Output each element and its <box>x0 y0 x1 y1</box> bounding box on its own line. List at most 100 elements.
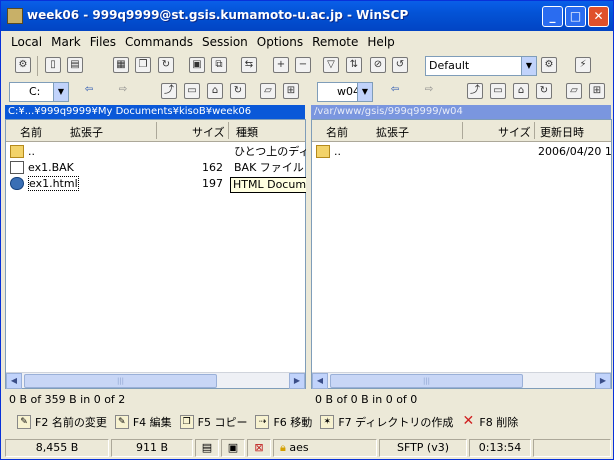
lightning-icon[interactable]: ⚡ <box>575 57 591 73</box>
remote-dir-combo[interactable]: w04 ▼ <box>317 82 373 102</box>
unselect-icon[interactable]: − <box>295 57 311 73</box>
status-empty-panel <box>533 439 611 457</box>
col-name[interactable]: 名前 <box>20 124 42 140</box>
bak-file-icon <box>10 161 24 174</box>
edit-button[interactable]: ✎ F4 編集 <box>114 414 172 430</box>
menu-local[interactable]: Local <box>11 35 42 49</box>
parent-folder-icon <box>316 145 330 158</box>
copy-button[interactable]: ❐ F5 コピー <box>179 414 247 430</box>
local-file-panel[interactable]: 名前 拡張子 サイズ 種類 .. ひとつ上のディレ ex1.BAK 162 BA… <box>5 119 328 389</box>
forward-arrow-icon[interactable]: ⇨ <box>115 83 131 99</box>
rename-button[interactable]: ✎ F2 名前の変更 <box>17 414 107 430</box>
local-horizontal-scrollbar[interactable]: ◀ ||| ▶ <box>6 372 305 389</box>
scroll-thumb[interactable]: ||| <box>330 374 523 388</box>
gear-icon[interactable]: ⚙ <box>541 57 557 73</box>
tree-icon[interactable]: ⊞ <box>283 83 299 99</box>
scroll-left-icon[interactable]: ◀ <box>312 373 328 389</box>
title-bar[interactable]: week06 - 999q9999@st.gsis.kumamoto-u.ac.… <box>1 1 613 31</box>
root-dir-icon[interactable]: ▭ <box>184 83 200 99</box>
parent-dir-icon[interactable]: ⤴ <box>467 83 483 99</box>
disconnect-status: ⊠ <box>247 439 271 457</box>
scroll-right-icon[interactable]: ▶ <box>289 373 305 389</box>
invert-icon[interactable]: ⇅ <box>346 57 362 73</box>
disconnect-icon: ⊠ <box>254 441 264 454</box>
connection-icon: ▣ <box>227 441 239 454</box>
local-selection-status: 0 B of 359 B in 0 of 2 <box>9 393 126 406</box>
minimize-button[interactable]: _ <box>542 6 563 27</box>
local-drive-value: C: <box>29 85 41 98</box>
menu-files[interactable]: Files <box>90 35 116 49</box>
clear-icon[interactable]: ⊘ <box>370 57 386 73</box>
root-dir-icon[interactable]: ▭ <box>490 83 506 99</box>
filter-icon[interactable]: ▽ <box>323 57 339 73</box>
remote-horizontal-scrollbar[interactable]: ◀ ||| ▶ <box>312 372 611 389</box>
remote-file-panel[interactable]: 名前 拡張子 サイズ 更新日時 .. 2006/04/20 1: ◀ ||| ▶ <box>311 119 613 389</box>
transfer-settings-combo[interactable]: Default ▼ <box>425 56 537 76</box>
maximize-button[interactable]: □ <box>565 6 586 27</box>
copy-clipboard-icon[interactable]: ❐ <box>135 57 151 73</box>
synchronize-icon[interactable]: ▤ <box>67 57 83 73</box>
window-title: week06 - 999q9999@st.gsis.kumamoto-u.ac.… <box>27 8 409 22</box>
menu-commands[interactable]: Commands <box>125 35 193 49</box>
move-label: F6 移動 <box>273 416 313 429</box>
putty-icon[interactable]: ⧉ <box>211 57 227 73</box>
delete-icon: ✕ <box>462 413 475 429</box>
scroll-right-icon[interactable]: ▶ <box>595 373 611 389</box>
scroll-thumb[interactable]: ||| <box>24 374 217 388</box>
col-modified[interactable]: 更新日時 <box>540 124 584 140</box>
open-folder-icon[interactable]: ▱ <box>566 83 582 99</box>
file-name: ex1.html <box>28 176 79 191</box>
menu-options[interactable]: Options <box>257 35 303 49</box>
file-row[interactable]: .. ひとつ上のディレ <box>6 144 320 160</box>
session-time: 0:13:54 <box>469 439 531 457</box>
reload-icon[interactable]: ↺ <box>392 57 408 73</box>
refresh-icon[interactable]: ↻ <box>158 57 174 73</box>
scroll-left-icon[interactable]: ◀ <box>6 373 22 389</box>
move-button[interactable]: ⇢ F6 移動 <box>255 414 312 430</box>
queue-icon[interactable]: ▦ <box>113 57 129 73</box>
refresh-icon[interactable]: ↻ <box>230 83 246 99</box>
console-icon[interactable]: ▣ <box>189 57 205 73</box>
compression-status: ▤ <box>195 439 219 457</box>
parent-dir-icon[interactable]: ⤴ <box>161 83 177 99</box>
preferences-icon[interactable]: ⚙ <box>15 57 31 73</box>
protocol-status: SFTP (v3) <box>379 439 467 457</box>
col-ext[interactable]: 拡張子 <box>70 124 103 140</box>
compare-icon[interactable]: ⇆ <box>241 57 257 73</box>
tree-icon[interactable]: ⊞ <box>589 83 605 99</box>
col-type[interactable]: 種類 <box>236 124 258 140</box>
file-row[interactable]: .. 2006/04/20 1: <box>312 144 613 160</box>
new-folder-icon: ✶ <box>320 415 335 429</box>
encryption-status: 🔒︎ aes <box>273 439 377 457</box>
new-folder-button[interactable]: ✶ F7 ディレクトリの作成 <box>320 414 453 430</box>
menu-remote[interactable]: Remote <box>312 35 358 49</box>
select-icon[interactable]: + <box>273 57 289 73</box>
col-ext[interactable]: 拡張子 <box>376 124 409 140</box>
chevron-down-icon[interactable]: ▼ <box>357 83 372 101</box>
home-icon[interactable]: ⌂ <box>207 83 223 99</box>
menu-help[interactable]: Help <box>367 35 394 49</box>
menu-mark[interactable]: Mark <box>51 35 81 49</box>
close-button[interactable]: ✕ <box>588 6 609 27</box>
col-name[interactable]: 名前 <box>326 124 348 140</box>
col-size[interactable]: サイズ <box>498 124 531 140</box>
back-arrow-icon[interactable]: ⇦ <box>81 83 97 99</box>
delete-button[interactable]: ✕ F8 削除 <box>461 413 519 430</box>
refresh-icon[interactable]: ↻ <box>536 83 552 99</box>
col-size[interactable]: サイズ <box>192 124 225 140</box>
chevron-down-icon[interactable]: ▼ <box>521 57 536 75</box>
lock-icon: 🔒︎ <box>280 441 286 454</box>
file-size: 162 <box>202 161 223 174</box>
local-drive-combo[interactable]: C: ▼ <box>9 82 69 102</box>
open-terminal-icon[interactable]: ▯ <box>45 57 61 73</box>
forward-arrow-icon[interactable]: ⇨ <box>421 83 437 99</box>
home-icon[interactable]: ⌂ <box>513 83 529 99</box>
local-path-bar[interactable]: C:¥...¥999q9999¥My Documents¥kisoB¥week0… <box>5 105 305 119</box>
menu-session[interactable]: Session <box>202 35 248 49</box>
transfer-settings-value: Default <box>429 59 470 72</box>
back-arrow-icon[interactable]: ⇦ <box>387 83 403 99</box>
file-row[interactable]: ex1.BAK 162 BAK ファイル <box>6 160 305 176</box>
remote-path-bar[interactable]: /var/www/gsis/999q9999/w04 <box>311 105 611 119</box>
chevron-down-icon[interactable]: ▼ <box>53 83 68 101</box>
open-folder-icon[interactable]: ▱ <box>260 83 276 99</box>
